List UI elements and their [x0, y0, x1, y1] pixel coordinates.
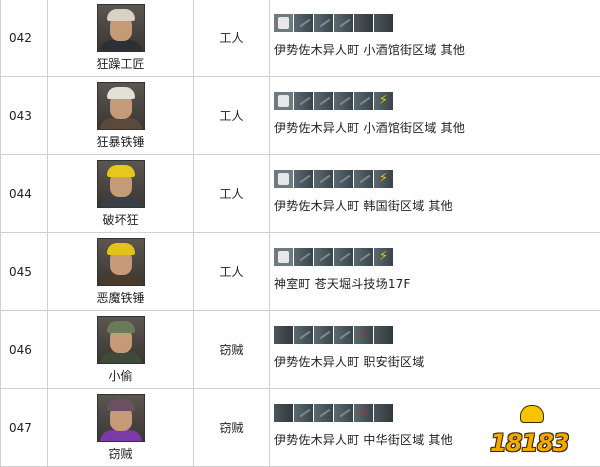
enemy-id: 047	[1, 389, 48, 467]
enemy-info: 伊势佐木异人町 小酒馆街区域 其他	[270, 0, 600, 77]
enemy-name: 破坏狂	[48, 211, 193, 228]
enemy-type: 工人	[194, 233, 270, 311]
enemy-portrait	[97, 82, 145, 130]
weapon-slot-icon	[314, 14, 333, 32]
weapon-slot-icon	[314, 248, 333, 266]
mascot-icon	[520, 405, 544, 423]
weapon-slot-icon	[294, 14, 313, 32]
fire-icon: ♨	[354, 404, 373, 422]
enemy-table: 042 狂躁工匠 工人 伊势佐木异人町 小酒馆街区域 其他 043 狂暴铁锤 工…	[0, 0, 600, 467]
enemy-location: 伊势佐木异人町 职安街区域	[274, 353, 600, 370]
weapon-slot-icon	[294, 92, 313, 110]
site-logo: 18183	[490, 405, 590, 459]
enemy-location: 神室町 苍天堀斗技场17F	[274, 275, 600, 292]
enemy-name: 小偷	[48, 367, 193, 384]
empty-slot-icon	[354, 14, 373, 32]
enemy-id: 045	[1, 233, 48, 311]
table-row: 043 狂暴铁锤 工人 ⚡ 伊势佐木异人町 小酒馆街区域 其他	[1, 77, 600, 155]
enemy-name: 窃贼	[48, 445, 193, 462]
weapon-slot-icon	[314, 170, 333, 188]
enemy-portrait	[97, 4, 145, 52]
enemy-info: ♨ 伊势佐木异人町 职安街区域	[270, 311, 600, 389]
weapon-slot-icon	[334, 92, 353, 110]
fist-icon	[274, 14, 293, 32]
fist-icon	[274, 248, 293, 266]
enemy-cell: 狂躁工匠	[48, 0, 194, 77]
table-row: 044 破坏狂 工人 ⚡ 伊势佐木异人町 韩国街区域 其他	[1, 155, 600, 233]
stat-icons: ⚡	[274, 170, 394, 188]
enemy-portrait	[97, 316, 145, 364]
enemy-name: 恶魔铁锤	[48, 289, 193, 306]
enemy-type: 窃贼	[194, 389, 270, 467]
logo-text: 18183	[490, 429, 569, 457]
enemy-cell: 窃贼	[48, 389, 194, 467]
empty-slot-icon	[374, 14, 393, 32]
enemy-location: 伊势佐木异人町 小酒馆街区域 其他	[274, 41, 600, 58]
weapon-slot-icon	[314, 92, 333, 110]
stat-icons: ⚡	[274, 248, 394, 266]
enemy-location: 伊势佐木异人町 韩国街区域 其他	[274, 197, 600, 214]
enemy-cell: 破坏狂	[48, 155, 194, 233]
enemy-id: 042	[1, 0, 48, 77]
stat-icons	[274, 14, 394, 32]
weapon-slot-icon	[354, 170, 373, 188]
weapon-slot-icon	[334, 248, 353, 266]
empty-slot-icon	[274, 326, 293, 344]
enemy-type: 工人	[194, 0, 270, 77]
lightning-icon: ⚡	[374, 170, 393, 188]
fist-icon	[274, 92, 293, 110]
enemy-cell: 恶魔铁锤	[48, 233, 194, 311]
weapon-slot-icon	[294, 326, 313, 344]
empty-slot-icon	[274, 404, 293, 422]
enemy-info: ⚡ 神室町 苍天堀斗技场17F	[270, 233, 600, 311]
enemy-name: 狂躁工匠	[48, 55, 193, 72]
fire-icon: ♨	[354, 326, 373, 344]
enemy-portrait	[97, 160, 145, 208]
weapon-slot-icon	[334, 326, 353, 344]
enemy-id: 046	[1, 311, 48, 389]
enemy-type: 工人	[194, 155, 270, 233]
stat-icons: ♨	[274, 404, 394, 422]
enemy-id: 044	[1, 155, 48, 233]
enemy-cell: 狂暴铁锤	[48, 77, 194, 155]
weapon-slot-icon	[294, 248, 313, 266]
weapon-slot-icon	[334, 170, 353, 188]
enemy-location: 伊势佐木异人町 小酒馆街区域 其他	[274, 119, 600, 136]
weapon-slot-icon	[354, 92, 373, 110]
enemy-id: 043	[1, 77, 48, 155]
weapon-slot-icon	[334, 404, 353, 422]
weapon-slot-icon	[294, 404, 313, 422]
weapon-slot-icon	[314, 404, 333, 422]
lightning-icon: ⚡	[374, 248, 393, 266]
fist-icon	[274, 170, 293, 188]
stat-icons: ♨	[274, 326, 394, 344]
enemy-cell: 小偷	[48, 311, 194, 389]
empty-slot-icon	[374, 404, 393, 422]
lightning-icon: ⚡	[374, 92, 393, 110]
empty-slot-icon	[374, 326, 393, 344]
enemy-type: 窃贼	[194, 311, 270, 389]
enemy-name: 狂暴铁锤	[48, 133, 193, 150]
weapon-slot-icon	[294, 170, 313, 188]
weapon-slot-icon	[354, 248, 373, 266]
enemy-info: ⚡ 伊势佐木异人町 韩国街区域 其他	[270, 155, 600, 233]
enemy-portrait	[97, 238, 145, 286]
table-row: 046 小偷 窃贼 ♨ 伊势佐木异人町 职安街区域	[1, 311, 600, 389]
weapon-slot-icon	[314, 326, 333, 344]
table-row: 045 恶魔铁锤 工人 ⚡ 神室町 苍天堀斗技场17F	[1, 233, 600, 311]
enemy-info: ⚡ 伊势佐木异人町 小酒馆街区域 其他	[270, 77, 600, 155]
table-row: 042 狂躁工匠 工人 伊势佐木异人町 小酒馆街区域 其他	[1, 0, 600, 77]
stat-icons: ⚡	[274, 92, 394, 110]
weapon-slot-icon	[334, 14, 353, 32]
enemy-portrait	[97, 394, 145, 442]
enemy-type: 工人	[194, 77, 270, 155]
